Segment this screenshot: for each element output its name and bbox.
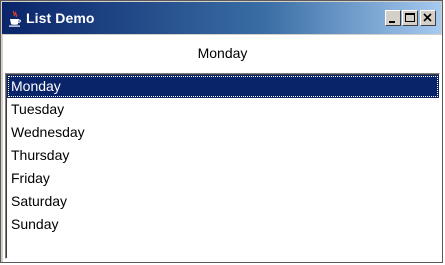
content-pane: Monday Monday Tuesday Wednesday Thursday… bbox=[3, 35, 442, 262]
app-window: List Demo Monday Monday Tuesday Wednesda… bbox=[0, 0, 443, 263]
close-button[interactable] bbox=[420, 10, 436, 26]
day-list[interactable]: Monday Tuesday Wednesday Thursday Friday… bbox=[5, 73, 440, 259]
close-icon bbox=[423, 13, 432, 22]
day-list-viewport: Monday Tuesday Wednesday Thursday Friday… bbox=[6, 74, 439, 258]
list-item-friday[interactable]: Friday bbox=[7, 167, 439, 190]
minimize-icon bbox=[389, 21, 395, 23]
selected-day-label: Monday bbox=[197, 45, 248, 61]
maximize-button[interactable] bbox=[402, 10, 418, 26]
list-item-monday[interactable]: Monday bbox=[7, 75, 439, 98]
list-item-sunday[interactable]: Sunday bbox=[7, 213, 439, 236]
list-item-saturday[interactable]: Saturday bbox=[7, 190, 439, 213]
list-item-thursday[interactable]: Thursday bbox=[7, 144, 439, 167]
title-bar[interactable]: List Demo bbox=[2, 2, 441, 34]
list-item-wednesday[interactable]: Wednesday bbox=[7, 121, 439, 144]
minimize-button[interactable] bbox=[385, 10, 401, 26]
list-item-tuesday[interactable]: Tuesday bbox=[7, 98, 439, 121]
maximize-icon bbox=[405, 13, 415, 22]
java-cup-icon[interactable] bbox=[8, 10, 22, 28]
window-title: List Demo bbox=[26, 10, 95, 26]
